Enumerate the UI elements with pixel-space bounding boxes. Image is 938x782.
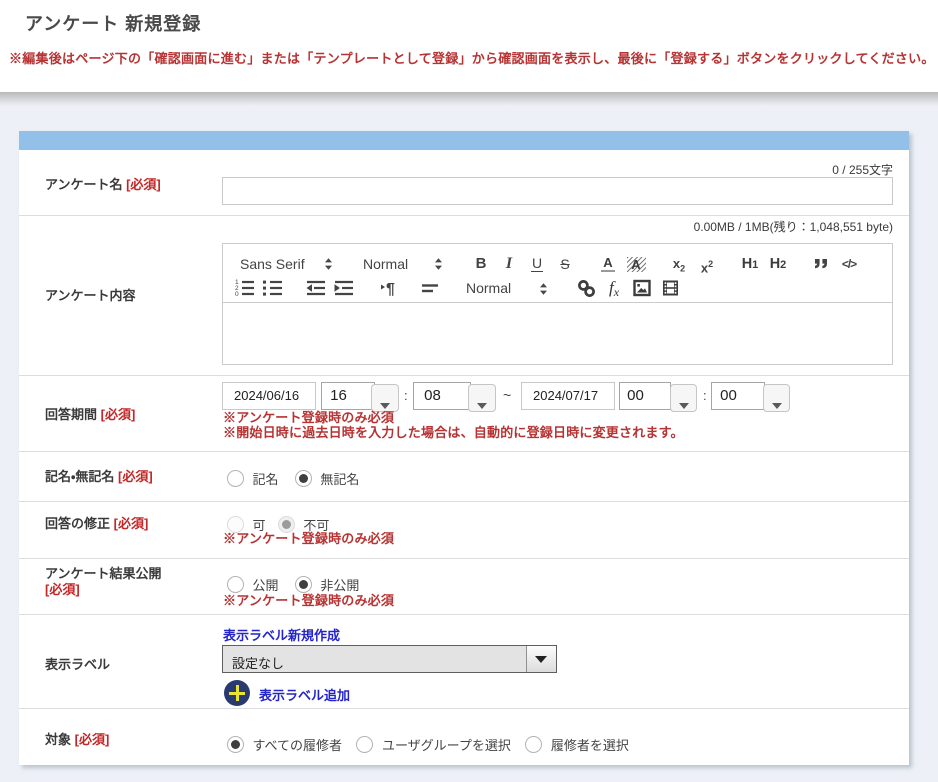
svg-text:¶: ¶ (386, 281, 395, 298)
svg-text:0: 0 (235, 291, 239, 298)
